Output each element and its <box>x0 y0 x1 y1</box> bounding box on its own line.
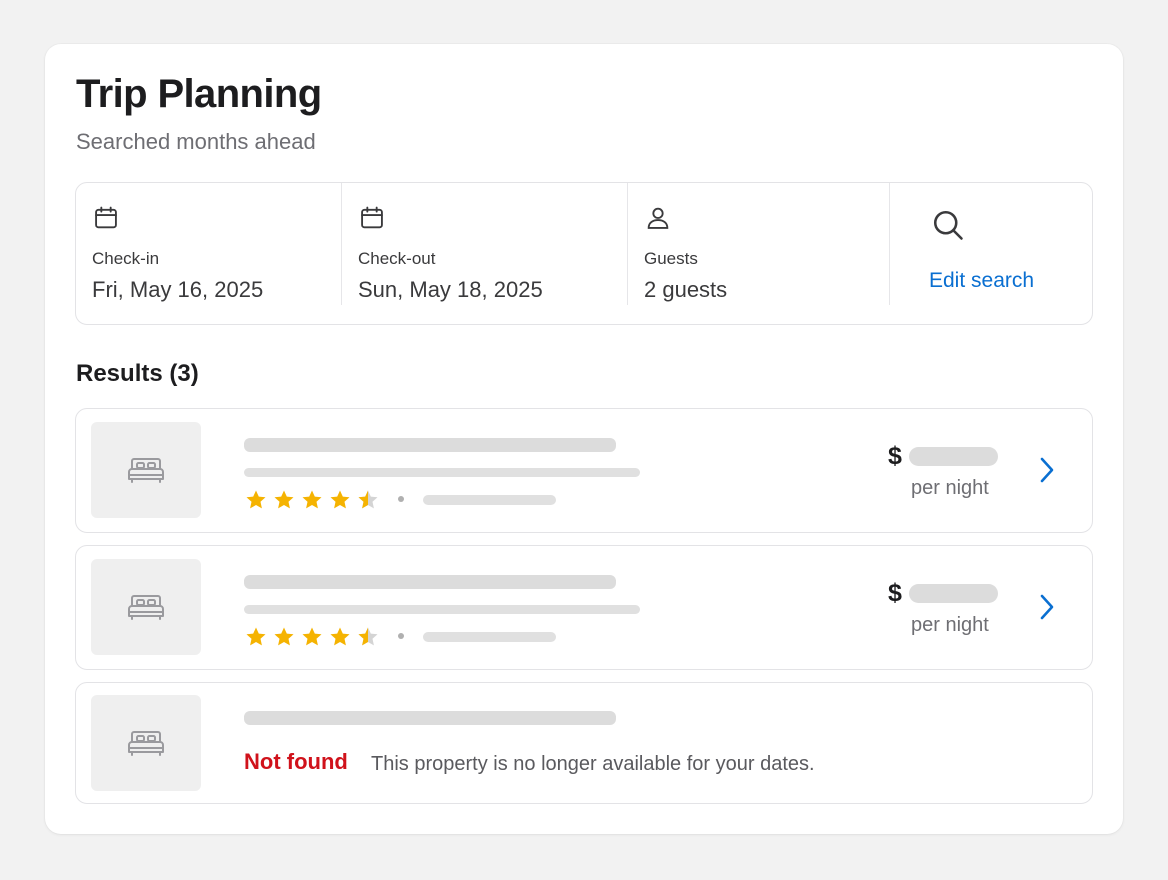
result-card[interactable]: $ per night <box>75 408 1093 533</box>
chevron-right-icon[interactable] <box>1036 454 1058 486</box>
star-half-icon <box>358 627 378 646</box>
result-card[interactable]: $ per night <box>75 545 1093 670</box>
property-thumbnail <box>91 695 201 791</box>
price-placeholder <box>909 584 998 603</box>
separator-dot <box>398 633 404 639</box>
subtitle-placeholder <box>244 605 640 614</box>
meta-placeholder <box>423 495 556 505</box>
guests-field[interactable]: Guests 2 guests <box>628 183 890 324</box>
edit-search-link[interactable]: Edit search <box>929 269 1034 293</box>
star-half-icon <box>358 490 378 509</box>
check-in-label: Check-in <box>92 249 160 268</box>
guests-label: Guests <box>644 249 698 268</box>
edit-search-area[interactable]: Edit search <box>890 183 1092 324</box>
star-icon <box>274 490 294 509</box>
star-rating <box>244 488 380 512</box>
person-icon <box>647 207 669 229</box>
check-out-field[interactable]: Check-out Sun, May 18, 2025 <box>342 183 628 324</box>
guests-value: 2 guests <box>644 277 728 302</box>
subtitle-placeholder <box>244 468 640 477</box>
check-in-field[interactable]: Check-in Fri, May 16, 2025 <box>76 183 342 324</box>
results-heading: Results (3) <box>76 360 199 387</box>
star-icon <box>330 627 350 646</box>
search-summary-bar: Check-in Fri, May 16, 2025 Check-out Sun… <box>75 182 1093 325</box>
title-placeholder <box>244 711 616 725</box>
check-in-value: Fri, May 16, 2025 <box>92 277 264 302</box>
check-out-value: Sun, May 18, 2025 <box>358 277 543 302</box>
star-icon <box>274 627 294 646</box>
star-icon <box>330 490 350 509</box>
property-thumbnail <box>91 422 201 518</box>
trip-planning-card: Trip Planning Searched months ahead Chec… <box>45 44 1123 834</box>
star-icon <box>246 490 266 509</box>
search-icon[interactable] <box>930 207 966 243</box>
check-out-label: Check-out <box>358 249 436 268</box>
currency-symbol: $ <box>888 579 902 607</box>
bed-icon <box>128 595 164 620</box>
price-unit: per night <box>911 614 989 636</box>
chevron-right-icon[interactable] <box>1036 591 1058 623</box>
calendar-icon <box>361 206 383 229</box>
unavailable-message: This property is no longer available for… <box>371 753 815 775</box>
star-icon <box>302 490 322 509</box>
not-found-label: Not found <box>244 749 348 774</box>
star-rating <box>244 625 380 649</box>
page-subtitle: Searched months ahead <box>76 129 316 154</box>
meta-placeholder <box>423 632 556 642</box>
separator-dot <box>398 496 404 502</box>
page-title: Trip Planning <box>76 72 322 116</box>
price-unit: per night <box>911 477 989 499</box>
star-icon <box>246 627 266 646</box>
property-thumbnail <box>91 559 201 655</box>
bed-icon <box>128 731 164 756</box>
title-placeholder <box>244 438 616 452</box>
calendar-icon <box>95 206 117 229</box>
star-icon <box>302 627 322 646</box>
bed-icon <box>128 458 164 483</box>
title-placeholder <box>244 575 616 589</box>
result-card: Not found This property is no longer ava… <box>75 682 1093 804</box>
price-placeholder <box>909 447 998 466</box>
currency-symbol: $ <box>888 442 902 470</box>
